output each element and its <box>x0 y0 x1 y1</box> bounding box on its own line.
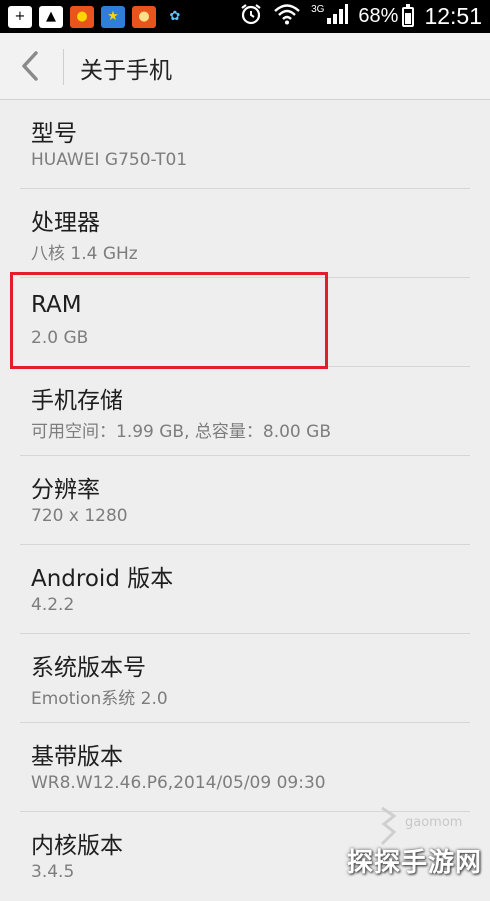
alarm-icon <box>239 2 263 31</box>
item-value: Emotion系统 2.0 <box>31 689 168 709</box>
back-button[interactable] <box>14 47 50 85</box>
watermark-logo-icon <box>378 806 398 846</box>
image-notification-icon: ▲ <box>39 5 63 28</box>
network-type-label: 3G <box>311 4 325 15</box>
item-value: 4.2.2 <box>31 595 75 615</box>
status-bar: + ▲ ● ★ ● ✿ 3G 68% 12:51 <box>0 0 490 33</box>
item-title: 手机存储 <box>31 388 123 414</box>
ram-highlight-box <box>10 272 328 369</box>
item-title: 型号 <box>31 121 77 147</box>
page-title: 关于手机 <box>80 58 172 84</box>
item-title: 处理器 <box>31 210 100 236</box>
item-title: 系统版本号 <box>31 655 146 681</box>
list-item[interactable]: 型号 HUAWEI G750-T01 <box>0 100 490 189</box>
bear-app-icon: ● <box>132 5 156 28</box>
status-indicators: 3G 68% 12:51 <box>239 0 482 33</box>
battery-icon <box>402 3 415 27</box>
wifi-icon <box>273 3 301 30</box>
watermark-url: gaomom <box>405 815 463 830</box>
about-phone-list: 型号 HUAWEI G750-T01 处理器 八核 1.4 GHz RAM 2.0 GB 手… <box>0 100 490 901</box>
list-item[interactable]: 手机存储可用空间：1.99 GB, 总容量：8.00 GB <box>0 367 490 456</box>
signal-icon <box>326 3 349 30</box>
add-notification-icon: + <box>8 5 32 28</box>
action-bar-divider <box>63 49 64 85</box>
item-value: WR8.W12.46.P6,2014/05/09 09:30 <box>31 773 326 793</box>
star-app-icon: ★ <box>101 5 125 28</box>
list-item[interactable]: 分辨率 720 x 1280 <box>0 456 490 545</box>
game-app-icon: ● <box>70 5 94 28</box>
item-title: Android 版本 <box>31 566 174 592</box>
item-value: 720 x 1280 <box>31 506 128 526</box>
item-value: 可用空间：1.99 GB, 总容量：8.00 GB <box>31 422 331 442</box>
list-item[interactable]: 系统版本号 Emotion系统 2.0 <box>0 634 490 723</box>
item-value: 3.4.5 <box>31 862 75 882</box>
battery-percent: 68% <box>358 5 399 27</box>
list-item[interactable]: 处理器八核 1.4 GHz <box>0 189 490 278</box>
item-value: HUAWEI G750-T01 <box>31 150 188 170</box>
watermark-text: 探探手游网 <box>346 848 482 878</box>
item-title: 分辨率 <box>31 477 100 503</box>
item-title: 基带版本 <box>31 744 123 770</box>
action-bar: 关于手机 <box>0 33 490 100</box>
chevron-left-icon <box>22 51 38 81</box>
notification-icons: + ▲ ● ★ ● ✿ <box>8 4 187 29</box>
item-value: 八核 1.4 GHz <box>31 244 138 264</box>
battery-indicator: 68% <box>358 3 415 28</box>
item-title: 内核版本 <box>31 833 123 859</box>
list-item[interactable]: 基带版本 WR8.W12.46.P6,2014/05/09 09:30 <box>0 723 490 812</box>
butterfly-app-icon: ✿ <box>163 5 187 28</box>
clock: 12:51 <box>424 3 482 29</box>
list-item[interactable]: Android 版本 4.2.2 <box>0 545 490 634</box>
